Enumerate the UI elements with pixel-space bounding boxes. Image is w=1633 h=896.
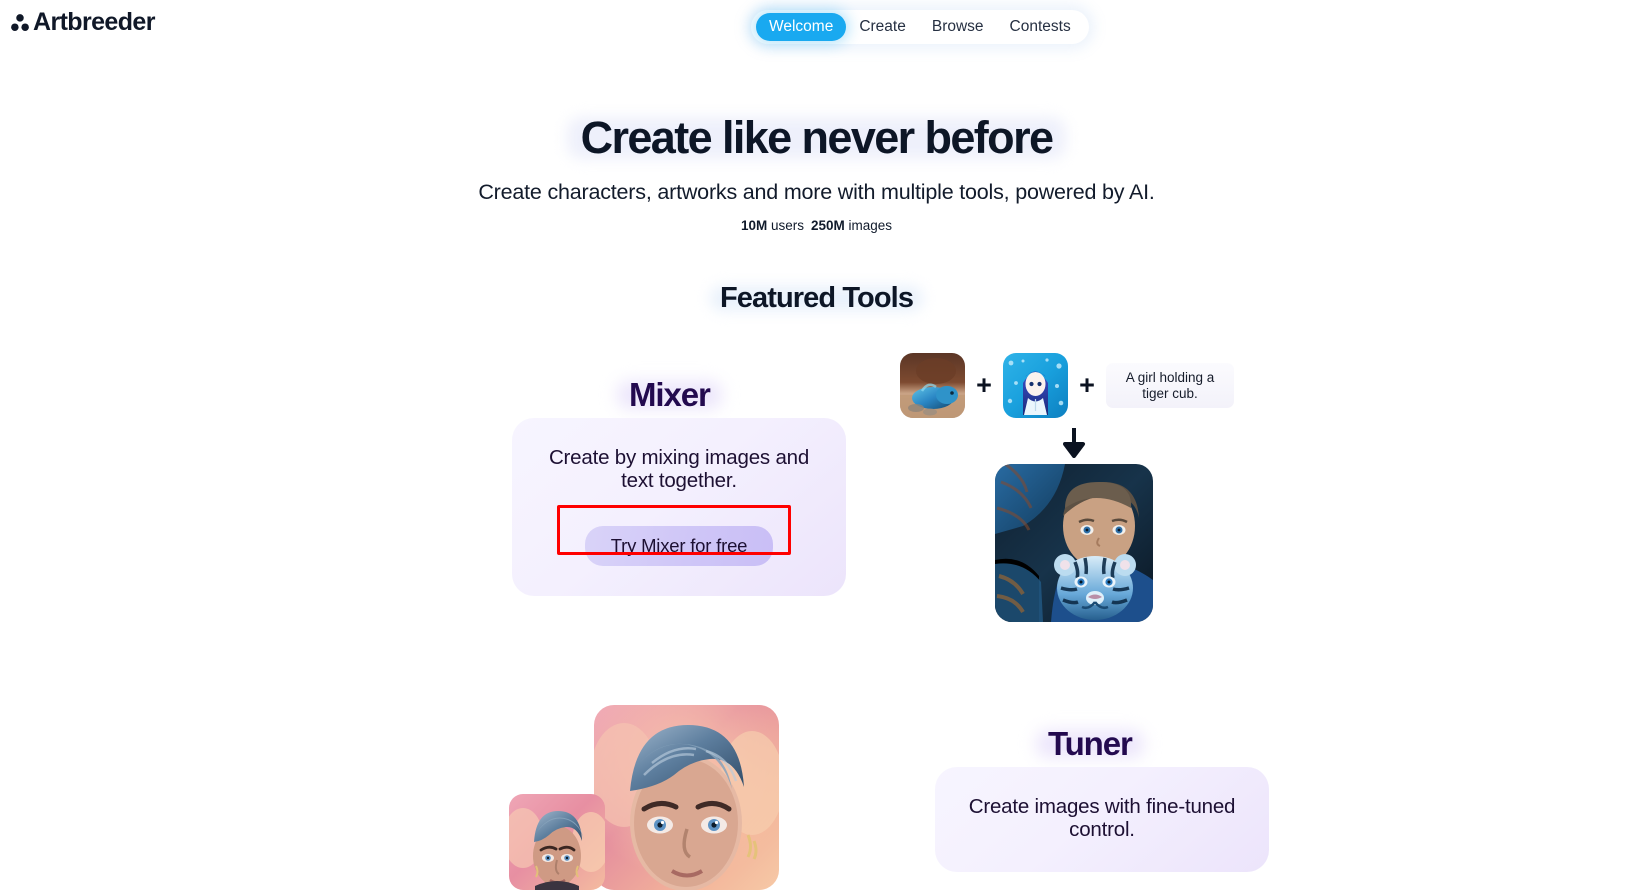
brand-logo[interactable]: Artbreeder	[9, 10, 155, 35]
three-circles-icon	[9, 12, 31, 34]
tuner-description: Create images with fine-tuned control.	[968, 795, 1236, 842]
mixer-title: Mixer	[629, 376, 711, 413]
tuner-card: Create images with fine-tuned control.	[935, 767, 1269, 872]
artbreeder-welcome-page: Artbreeder Welcome Create Browse Contest…	[0, 0, 1633, 896]
stat-users-value: 10M	[740, 217, 768, 233]
mixer-description: Create by mixing images and text togethe…	[548, 446, 810, 493]
featured-tools-title: Featured Tools	[719, 282, 914, 314]
blue-haired-character-large[interactable]	[594, 705, 779, 890]
blue-dragon-thumbnail[interactable]	[900, 353, 965, 418]
anime-girl-thumbnail[interactable]	[1003, 353, 1068, 418]
nav-item-create[interactable]: Create	[846, 13, 919, 41]
brand-name: Artbreeder	[33, 8, 155, 36]
mixer-prompt-text: A girl holding a tiger cub.	[1106, 362, 1234, 409]
nav-item-browse[interactable]: Browse	[919, 13, 997, 41]
hero-stats: 10M users 250M images	[0, 218, 1633, 233]
mixer-illustration-inputs: + + A girl holding a tiger cub.	[900, 353, 1234, 418]
nav-item-contests[interactable]: Contests	[997, 13, 1084, 41]
stat-images-value: 250M	[810, 217, 845, 233]
stat-images-label: images	[848, 217, 893, 233]
hero-title-container: Create like never before	[567, 108, 1067, 168]
featured-tools-section: Featured Tools	[0, 279, 1633, 318]
girl-with-blue-tiger-cub-image[interactable]	[995, 464, 1153, 622]
tuner-title-container: Tuner	[1036, 722, 1144, 766]
plus-icon-1: +	[976, 370, 992, 400]
mixer-title-container: Mixer	[617, 373, 722, 417]
hero-subtitle: Create characters, artworks and more wit…	[478, 179, 1155, 204]
blue-haired-character-small[interactable]	[509, 794, 605, 890]
featured-title-container: Featured Tools	[710, 279, 923, 318]
mixer-card: Create by mixing images and text togethe…	[512, 418, 846, 596]
try-mixer-for-free-button[interactable]: Try Mixer for free	[584, 525, 774, 566]
stat-users-label: users	[770, 217, 804, 233]
main-navigation: Welcome Create Browse Contests	[751, 10, 1089, 44]
arrow-down-icon	[1060, 428, 1088, 458]
tuner-title: Tuner	[1048, 725, 1133, 762]
plus-icon-2: +	[1079, 370, 1095, 400]
hero-section: Create like never before Create characte…	[0, 108, 1633, 233]
nav-item-welcome[interactable]: Welcome	[756, 13, 847, 41]
page-title: Create like never before	[580, 112, 1054, 163]
